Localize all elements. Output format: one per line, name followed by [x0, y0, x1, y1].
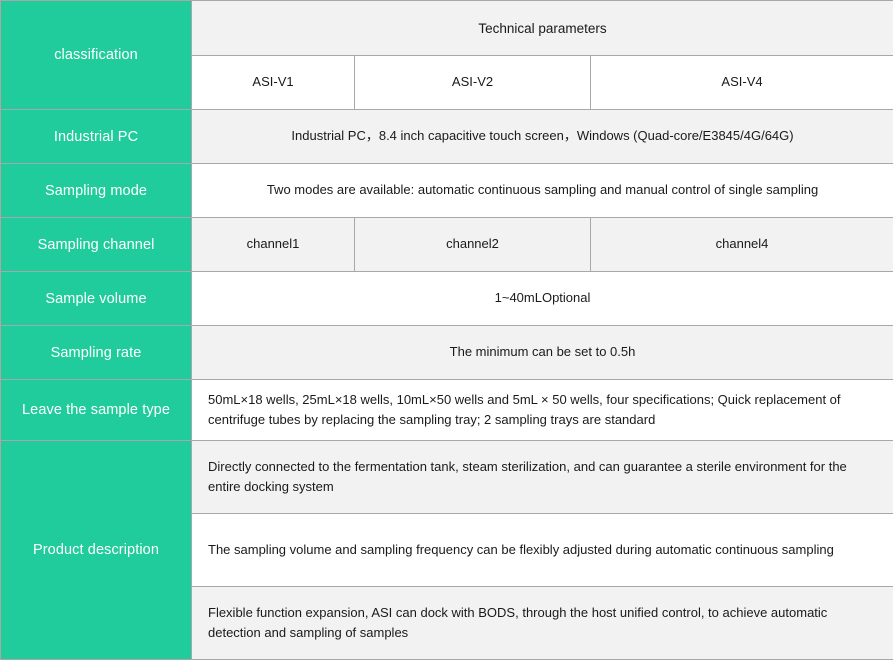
value-sample-volume-text: 1~40mLOptional — [192, 288, 893, 308]
label-industrial-pc: Industrial PC — [1, 110, 192, 164]
value-leave-sample-type-text: 50mL×18 wells, 25mL×18 wells, 10mL×50 we… — [208, 390, 879, 430]
value-channel-2: channel2 — [355, 218, 591, 272]
table-row-sampling-channel: Sampling channel channel1 channel2 chann… — [1, 218, 893, 272]
value-industrial-pc: Industrial PC，8.4 inch capacitive touch … — [192, 110, 893, 164]
label-sample-volume: Sample volume — [1, 272, 192, 326]
value-product-description-2: The sampling volume and sampling frequen… — [192, 514, 893, 587]
value-product-description-3: Flexible function expansion, ASI can doc… — [192, 587, 893, 660]
specifications-table: classification Technical parameters ASI-… — [0, 0, 893, 660]
model-cell-asi-v1: ASI-V1 — [192, 56, 355, 110]
label-sample-volume-text: Sample volume — [1, 291, 191, 307]
value-product-description-2-text: The sampling volume and sampling frequen… — [208, 540, 879, 560]
label-sampling-mode-text: Sampling mode — [1, 183, 191, 199]
value-sampling-mode-text: Two modes are available: automatic conti… — [192, 180, 893, 200]
value-channel-4-text: channel4 — [591, 234, 893, 254]
value-sample-volume: 1~40mLOptional — [192, 272, 893, 326]
technical-parameters-header: Technical parameters — [192, 1, 893, 56]
model-label-asi-v4: ASI-V4 — [591, 72, 893, 92]
label-classification-text: classification — [1, 47, 191, 63]
value-product-description-3-text: Flexible function expansion, ASI can doc… — [208, 603, 879, 643]
label-industrial-pc-text: Industrial PC — [1, 129, 191, 145]
label-sampling-mode: Sampling mode — [1, 164, 192, 218]
technical-parameters-text: Technical parameters — [192, 21, 893, 36]
table-row-product-description-1: Product description Directly connected t… — [1, 441, 893, 514]
label-sampling-rate: Sampling rate — [1, 326, 192, 380]
model-cell-asi-v2: ASI-V2 — [355, 56, 591, 110]
value-channel-2-text: channel2 — [355, 234, 590, 254]
value-industrial-pc-text: Industrial PC，8.4 inch capacitive touch … — [192, 126, 893, 146]
value-product-description-1-text: Directly connected to the fermentation t… — [208, 457, 879, 497]
label-classification: classification — [1, 1, 192, 110]
label-sampling-rate-text: Sampling rate — [1, 345, 191, 361]
value-sampling-rate-text: The minimum can be set to 0.5h — [192, 342, 893, 362]
label-leave-sample-type: Leave the sample type — [1, 380, 192, 441]
model-label-asi-v2: ASI-V2 — [355, 72, 590, 92]
table-row-classification-header: classification Technical parameters — [1, 1, 893, 56]
value-channel-1-text: channel1 — [192, 234, 354, 254]
value-product-description-1: Directly connected to the fermentation t… — [192, 441, 893, 514]
label-product-description: Product description — [1, 441, 192, 660]
label-sampling-channel-text: Sampling channel — [1, 237, 191, 253]
value-sampling-rate: The minimum can be set to 0.5h — [192, 326, 893, 380]
table-row-sampling-rate: Sampling rate The minimum can be set to … — [1, 326, 893, 380]
table-row-industrial-pc: Industrial PC Industrial PC，8.4 inch cap… — [1, 110, 893, 164]
table-row-leave-sample-type: Leave the sample type 50mL×18 wells, 25m… — [1, 380, 893, 441]
value-sampling-mode: Two modes are available: automatic conti… — [192, 164, 893, 218]
label-leave-sample-type-text: Leave the sample type — [1, 402, 191, 418]
value-channel-4: channel4 — [591, 218, 893, 272]
table-row-sample-volume: Sample volume 1~40mLOptional — [1, 272, 893, 326]
value-leave-sample-type: 50mL×18 wells, 25mL×18 wells, 10mL×50 we… — [192, 380, 893, 441]
model-label-asi-v1: ASI-V1 — [192, 72, 354, 92]
model-cell-asi-v4: ASI-V4 — [591, 56, 893, 110]
label-product-description-text: Product description — [1, 542, 191, 558]
table-row-sampling-mode: Sampling mode Two modes are available: a… — [1, 164, 893, 218]
value-channel-1: channel1 — [192, 218, 355, 272]
label-sampling-channel: Sampling channel — [1, 218, 192, 272]
